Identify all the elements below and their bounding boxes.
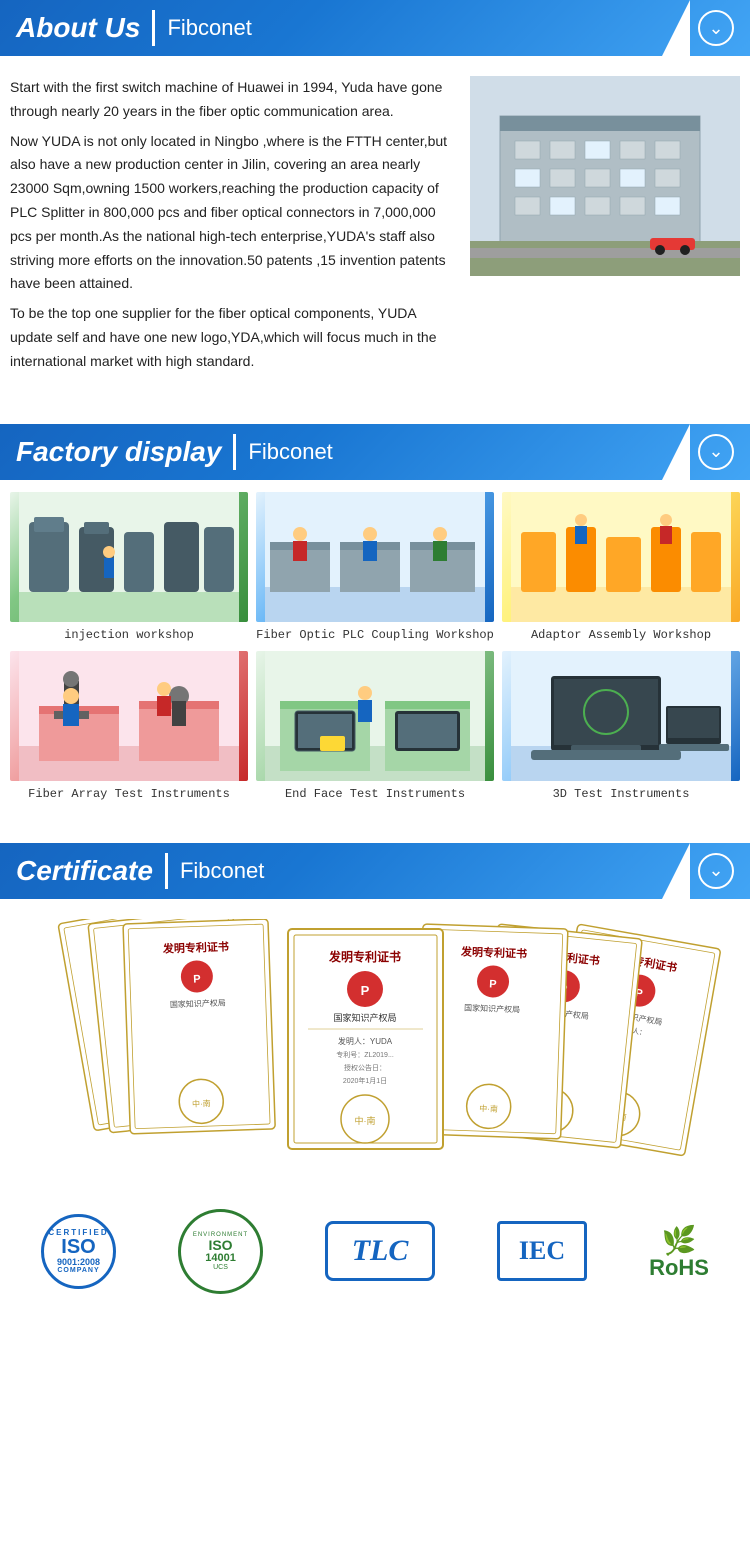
end-face-svg (256, 651, 494, 781)
factory-img-end-face (256, 651, 494, 781)
factory-label-2: Adaptor Assembly Workshop (531, 628, 711, 644)
gap-2 (0, 823, 750, 843)
certificates-svg: 发明专利证书 P 国家知识产权局 发明人： 中·南 发明专利证书 P 国家知识产… (8, 919, 742, 1189)
adaptor-workshop-svg (502, 492, 740, 622)
iso14001-logo: ENVIRONMENT ISO 14001 UCS (178, 1209, 263, 1294)
rohs-badge-container: 🌿 RoHS (649, 1224, 709, 1279)
svg-text:P: P (489, 978, 497, 990)
coupling-workshop-svg (256, 492, 494, 622)
iso9001-main: ISO (61, 1237, 95, 1257)
rohs-leaf-icon: 🌿 (662, 1224, 697, 1257)
iso9001-version: 9001:2008 (57, 1257, 100, 1267)
iso14001-bottom: UCS (213, 1264, 228, 1271)
about-paragraph-3: To be the top one supplier for the fiber… (10, 302, 458, 373)
about-section-header: About Us Fibconet ⌄ (0, 0, 750, 56)
about-title: About Us (16, 12, 140, 44)
svg-text:国家知识产权局: 国家知识产权局 (464, 1002, 520, 1014)
about-content-section: Start with the first switch machine of H… (0, 56, 750, 404)
svg-text:中·南: 中·南 (479, 1103, 498, 1114)
svg-text:中·南: 中·南 (192, 1098, 211, 1109)
factory-item-0: injection workshop (10, 492, 248, 644)
factory-item-1: Fiber Optic PLC Coupling Workshop (256, 492, 494, 644)
cert-section-header: Certificate Fibconet ⌄ (0, 843, 750, 899)
factory-label-1: Fiber Optic PLC Coupling Workshop (256, 628, 494, 644)
iso9001-logo: CERTIFIED ISO 9001:2008 COMPANY (41, 1214, 116, 1289)
factory-item-2: Adaptor Assembly Workshop (502, 492, 740, 644)
svg-text:P: P (361, 983, 370, 998)
svg-text:发明专利证书: 发明专利证书 (328, 949, 401, 964)
svg-text:国家知识产权局: 国家知识产权局 (170, 997, 226, 1009)
factory-img-3d-test (502, 651, 740, 781)
cert-chevron[interactable]: ⌄ (698, 853, 734, 889)
factory-label-3: Fiber Array Test Instruments (28, 787, 230, 803)
iso14001-version: 14001 (205, 1252, 236, 1264)
tlc-badge-container: TLC (325, 1221, 435, 1281)
about-text-block: Start with the first switch machine of H… (10, 76, 458, 374)
3d-test-svg (502, 651, 740, 781)
factory-item-5: 3D Test Instruments (502, 651, 740, 803)
svg-text:专利号：ZL2019...: 专利号：ZL2019... (336, 1050, 394, 1059)
about-paragraph-1: Start with the first switch machine of H… (10, 76, 458, 124)
factory-chevron[interactable]: ⌄ (698, 434, 734, 470)
cert-header-divider (165, 853, 168, 889)
factory-grid: injection workshop (0, 480, 750, 803)
factory-label-5: 3D Test Instruments (553, 787, 690, 803)
factory-header-divider (233, 434, 236, 470)
factory-subtitle: Fibconet (248, 439, 332, 465)
iec-badge-container: IEC (497, 1221, 587, 1281)
iso14001-main: ISO (208, 1238, 232, 1252)
about-chevron[interactable]: ⌄ (698, 10, 734, 46)
svg-text:2020年1月1日: 2020年1月1日 (343, 1076, 387, 1085)
cert-subtitle: Fibconet (180, 858, 264, 884)
svg-text:中·南: 中·南 (355, 1115, 376, 1126)
factory-label-0: injection workshop (64, 628, 194, 644)
injection-workshop-svg (10, 492, 248, 622)
iso14001-badge: ENVIRONMENT ISO 14001 UCS (178, 1209, 263, 1294)
cert-title: Certificate (16, 855, 153, 887)
gap-1 (0, 404, 750, 424)
cert-images-area: 发明专利证书 P 国家知识产权局 发明人： 中·南 发明专利证书 P 国家知识产… (0, 899, 750, 1189)
about-company-image (470, 76, 740, 276)
rohs-text: RoHS (649, 1257, 709, 1279)
factory-label-4: End Face Test Instruments (285, 787, 465, 803)
about-subtitle: Fibconet (167, 15, 251, 41)
svg-text:发明人：YUDA: 发明人：YUDA (338, 1036, 393, 1046)
factory-img-injection (10, 492, 248, 622)
building-svg (470, 76, 740, 276)
factory-item-4: End Face Test Instruments (256, 651, 494, 803)
fiber-array-svg (10, 651, 248, 781)
factory-item-3: Fiber Array Test Instruments (10, 651, 248, 803)
iso9001-badge: CERTIFIED ISO 9001:2008 COMPANY (41, 1214, 116, 1289)
iso9001-bottom: COMPANY (57, 1267, 99, 1274)
svg-text:授权公告日：: 授权公告日： (344, 1063, 386, 1072)
factory-title: Factory display (16, 436, 221, 468)
factory-img-fiber-array (10, 651, 248, 781)
svg-text:P: P (193, 973, 201, 985)
cert-content-section: 发明专利证书 P 国家知识产权局 发明人： 中·南 发明专利证书 P 国家知识产… (0, 899, 750, 1334)
tlc-text: TLC (352, 1234, 409, 1268)
svg-text:国家知识产权局: 国家知识产权局 (333, 1012, 396, 1023)
factory-img-adaptor (502, 492, 740, 622)
tlc-logo: TLC (325, 1221, 435, 1281)
factory-section-header: Factory display Fibconet ⌄ (0, 424, 750, 480)
about-paragraph-2: Now YUDA is not only located in Ningbo ,… (10, 130, 458, 297)
logo-strip: CERTIFIED ISO 9001:2008 COMPANY ENVIRONM… (0, 1189, 750, 1314)
header-divider (152, 10, 155, 46)
iec-text: IEC (519, 1236, 565, 1266)
factory-img-coupling (256, 492, 494, 622)
iec-logo: IEC (497, 1221, 587, 1281)
factory-content-section: injection workshop (0, 480, 750, 823)
